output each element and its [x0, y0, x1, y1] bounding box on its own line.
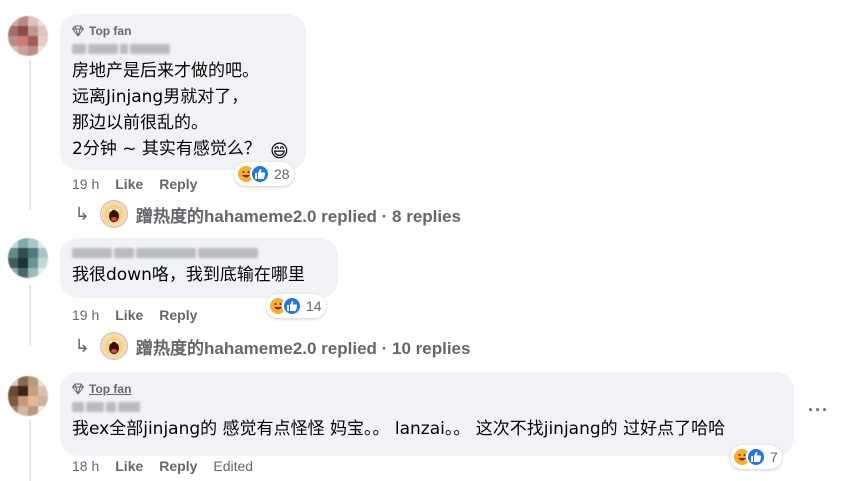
like-reaction-icon: [746, 447, 766, 467]
thread-line: [29, 420, 31, 481]
comment-actions: 18 h Like Reply Edited: [72, 458, 253, 474]
top-fan-badge: Top fan: [72, 380, 782, 398]
view-replies-link[interactable]: ↳ 蹭热度的hahameme2.0 replied · 8 replies: [72, 200, 461, 228]
replies-summary: 蹭热度的hahameme2.0 replied · 10 replies: [136, 338, 471, 358]
edited-label[interactable]: Edited: [213, 458, 253, 474]
replier-avatar: [100, 200, 128, 228]
comment-time[interactable]: 18 h: [72, 458, 99, 474]
comment-time[interactable]: 19 h: [72, 176, 99, 192]
like-button[interactable]: Like: [115, 458, 143, 474]
reaction-summary[interactable]: 7: [730, 445, 782, 469]
avatar[interactable]: [8, 238, 48, 278]
diamond-icon: [72, 383, 84, 395]
avatar[interactable]: [8, 376, 48, 416]
like-reaction-icon: [250, 164, 270, 184]
reaction-summary[interactable]: 14: [266, 294, 326, 318]
reply-button[interactable]: Reply: [159, 176, 197, 192]
commenter-name[interactable]: [72, 42, 294, 56]
grin-emoji: 😄: [270, 141, 289, 161]
reaction-count: 7: [770, 449, 778, 465]
reply-arrow-icon: ↳: [74, 203, 90, 224]
commenter-name[interactable]: [72, 246, 326, 260]
comment-actions: 19 h Like Reply: [72, 307, 197, 323]
reaction-count: 14: [306, 298, 322, 314]
avatar[interactable]: [8, 16, 48, 56]
top-fan-badge: Top fan: [72, 22, 294, 40]
more-options-button[interactable]: ···: [808, 400, 829, 421]
reply-button[interactable]: Reply: [159, 458, 197, 474]
thread-line: [29, 60, 31, 210]
reaction-count: 28: [274, 166, 290, 182]
comment-text: 我ex全部jinjang的 感觉有点怪怪 妈宝。。 lanzai。。 这次不找j…: [72, 419, 726, 439]
like-button[interactable]: Like: [115, 176, 143, 192]
replier-avatar: [100, 332, 128, 360]
comment-text: 我很down咯，我到底输在哪里: [72, 265, 305, 285]
reply-arrow-icon: ↳: [74, 335, 90, 356]
comment-actions: 19 h Like Reply: [72, 176, 197, 192]
view-replies-link[interactable]: ↳ 蹭热度的hahameme2.0 replied · 10 replies: [72, 332, 470, 360]
commenter-name[interactable]: [72, 400, 782, 414]
badge-label: Top fan: [89, 24, 132, 38]
badge-label[interactable]: Top fan: [89, 382, 131, 396]
diamond-icon: [72, 25, 84, 37]
comment-bubble: 我很down咯，我到底输在哪里: [60, 238, 338, 298]
replies-summary: 蹭热度的hahameme2.0 replied · 8 replies: [136, 206, 462, 226]
comment-text: 房地产是后来才做的吧。 远离Jinjang男就对了， 那边以前很乱的。 2分钟 …: [72, 61, 261, 159]
like-button[interactable]: Like: [115, 307, 143, 323]
reply-button[interactable]: Reply: [159, 307, 197, 323]
thread-line: [29, 285, 31, 345]
comment-time[interactable]: 19 h: [72, 307, 99, 323]
comment-bubble: Top fan 我ex全部jinjang的 感觉有点怪怪 妈宝。。 lanzai…: [60, 372, 794, 456]
reaction-summary[interactable]: 28: [234, 162, 294, 186]
like-reaction-icon: [282, 296, 302, 316]
